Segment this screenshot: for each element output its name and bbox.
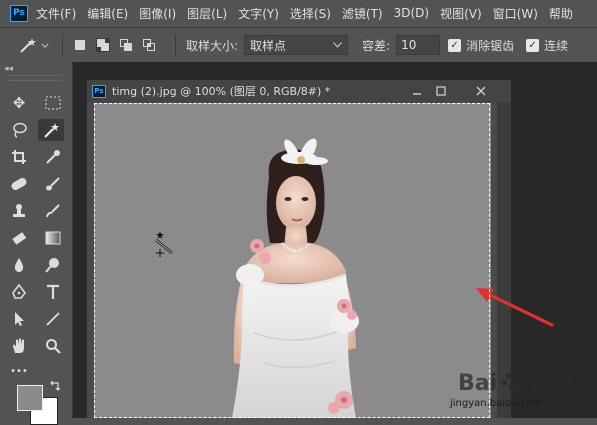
menu-bar: Ps 文件(F) 编辑(E) 图像(I) 图层(L) 文字(Y) 选择(S) 滤… bbox=[0, 0, 597, 26]
separator bbox=[62, 34, 63, 56]
edit-toolbar-button[interactable]: ••• bbox=[6, 360, 32, 382]
hand-tool-icon[interactable] bbox=[6, 335, 32, 357]
add-to-selection-button[interactable] bbox=[96, 38, 110, 52]
contiguous-label: 连续 bbox=[544, 38, 569, 53]
healing-brush-tool-icon[interactable] bbox=[6, 173, 32, 195]
crop-tool-icon[interactable] bbox=[6, 146, 32, 168]
antialias-label: 消除锯齿 bbox=[466, 38, 515, 53]
eraser-tool-icon[interactable] bbox=[6, 227, 32, 249]
gradient-tool-icon[interactable] bbox=[40, 227, 66, 249]
subtract-from-selection-button[interactable] bbox=[119, 38, 133, 52]
chevron-down-icon bbox=[333, 42, 342, 48]
path-selection-tool-icon[interactable] bbox=[6, 308, 32, 330]
menu-select[interactable]: 选择(S) bbox=[290, 5, 331, 22]
move-tool-icon[interactable]: ✥ bbox=[6, 92, 32, 114]
new-selection-button[interactable] bbox=[73, 38, 87, 52]
menu-layer[interactable]: 图层(L) bbox=[187, 5, 227, 22]
menu-filter[interactable]: 滤镜(T) bbox=[342, 5, 383, 22]
sample-size-value: 取样点 bbox=[250, 38, 287, 53]
red-arrow-icon bbox=[476, 288, 554, 327]
menu-image[interactable]: 图像(I) bbox=[139, 5, 176, 22]
bride-figure-image bbox=[94, 103, 491, 418]
separator bbox=[175, 34, 176, 56]
tolerance-input[interactable]: 10 bbox=[396, 35, 441, 55]
svg-text:经验: 经验 bbox=[532, 371, 572, 395]
watermark-url: jingyan.baidu.com bbox=[450, 398, 543, 409]
sample-size-label: 取样大小: bbox=[186, 38, 239, 53]
magic-wand-icon bbox=[20, 38, 49, 53]
foreground-color-swatch[interactable] bbox=[17, 385, 43, 411]
zoom-tool-icon[interactable] bbox=[40, 335, 66, 357]
menu-3d[interactable]: 3D(D) bbox=[394, 6, 429, 20]
contiguous-checkbox[interactable]: ✓ bbox=[526, 38, 540, 52]
swap-colors-icon[interactable] bbox=[48, 381, 62, 393]
svg-text:Bai: Bai bbox=[458, 371, 497, 396]
brush-tool-icon[interactable] bbox=[40, 173, 66, 195]
menu-type[interactable]: 文字(Y) bbox=[238, 5, 279, 22]
menu-view[interactable]: 视图(V) bbox=[440, 5, 482, 22]
menu-help[interactable]: 帮助 bbox=[549, 5, 573, 22]
antialias-checkbox[interactable]: ✓ bbox=[448, 38, 462, 52]
image-canvas[interactable] bbox=[94, 103, 491, 418]
maximize-icon[interactable] bbox=[433, 83, 449, 99]
tolerance-label: 容差: bbox=[362, 38, 391, 53]
document-title: timg (2).jpg @ 100% (图层 0, RGB/8#) * bbox=[112, 85, 331, 98]
magic-wand-tool-icon[interactable] bbox=[38, 119, 64, 141]
menu-file[interactable]: 文件(F) bbox=[36, 5, 76, 22]
menu-edit[interactable]: 编辑(E) bbox=[87, 5, 128, 22]
collapse-panel-button[interactable]: ◂◂ bbox=[4, 64, 13, 74]
pen-tool-icon[interactable] bbox=[6, 281, 32, 303]
dodge-tool-icon[interactable] bbox=[40, 254, 66, 276]
marquee-tool-icon[interactable] bbox=[40, 92, 66, 114]
lasso-tool-icon[interactable] bbox=[6, 119, 32, 141]
panel-grip[interactable] bbox=[10, 75, 62, 81]
menu-window[interactable]: 窗口(W) bbox=[493, 5, 538, 22]
photoshop-logo-icon: Ps bbox=[10, 4, 28, 22]
minimize-icon[interactable] bbox=[409, 83, 425, 99]
clone-stamp-tool-icon[interactable] bbox=[6, 200, 32, 222]
options-bar: 取样大小: 取样点 容差: 10 ✓ 消除锯齿 ✓ 连续 bbox=[0, 27, 597, 63]
sample-size-select[interactable]: 取样点 bbox=[244, 35, 349, 55]
photoshop-doc-icon: Ps bbox=[92, 84, 106, 98]
close-icon[interactable] bbox=[473, 83, 489, 99]
type-tool-icon[interactable] bbox=[40, 281, 66, 303]
eyedropper-tool-icon[interactable] bbox=[40, 146, 66, 168]
intersect-selection-button[interactable] bbox=[142, 38, 156, 52]
history-brush-tool-icon[interactable] bbox=[40, 200, 66, 222]
line-tool-icon[interactable] bbox=[40, 308, 66, 330]
blur-tool-icon[interactable] bbox=[6, 254, 32, 276]
document-tab[interactable]: Ps timg (2).jpg @ 100% (图层 0, RGB/8#) * bbox=[87, 80, 511, 102]
tool-preset-picker[interactable] bbox=[16, 33, 52, 57]
tools-panel: ◂◂ ✥ ••• bbox=[0, 62, 73, 425]
